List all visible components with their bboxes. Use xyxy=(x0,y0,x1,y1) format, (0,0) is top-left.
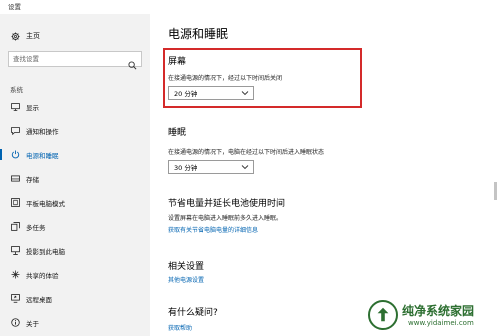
storage-icon xyxy=(10,174,20,184)
sidebar-item-about[interactable]: 关于 xyxy=(0,316,150,329)
sidebar-item-project[interactable]: 投影到此电脑 xyxy=(0,244,150,257)
search-icon[interactable] xyxy=(128,55,137,74)
sidebar-item-label: 多任务 xyxy=(26,223,46,232)
sleep-timeout-dropdown[interactable]: 30 分钟 xyxy=(168,160,254,174)
home-label: 主页 xyxy=(26,32,40,40)
screen-timeout-dropdown[interactable]: 20 分钟 xyxy=(168,86,254,100)
page-title: 电源和睡眠 xyxy=(168,27,229,41)
sidebar-item-tablet-mode[interactable]: 平板电脑模式 xyxy=(0,196,150,209)
sidebar-item-label: 电源和睡眠 xyxy=(26,151,59,160)
watermark-name: 纯净系统家园 xyxy=(402,304,475,318)
project-icon xyxy=(10,246,20,256)
sidebar-item-label: 存储 xyxy=(26,175,39,184)
screen-timeout-value: 20 分钟 xyxy=(174,90,198,98)
sidebar-item-label: 共享的体验 xyxy=(26,271,59,280)
energy-description: 设置屏幕在电脑进入睡眠前多久进入睡眠。 xyxy=(168,215,283,222)
sidebar: 主页 系统 显示 通知和操作 电源和睡眠 存储 平板电脑模式 多任务 投影到此电… xyxy=(0,14,150,336)
get-help-link[interactable]: 获取帮助 xyxy=(168,323,192,332)
sidebar-item-power-sleep[interactable]: 电源和睡眠 xyxy=(0,148,150,161)
watermark-url: www.yidaimei.com xyxy=(408,319,474,327)
watermark-logo-icon xyxy=(368,300,398,330)
sidebar-item-notifications[interactable]: 通知和操作 xyxy=(0,124,150,137)
chevron-down-icon xyxy=(241,164,249,172)
monitor-icon xyxy=(10,102,20,112)
section-label: 系统 xyxy=(10,86,23,94)
info-icon xyxy=(10,318,20,328)
energy-heading: 节省电量并延长电池使用时间 xyxy=(168,199,286,209)
sidebar-item-remote-desktop[interactable]: 远程桌面 xyxy=(0,292,150,305)
gear-icon xyxy=(10,31,20,41)
screen-description: 在接通电源的情况下，经过以下时间后关闭 xyxy=(168,75,283,82)
screen-heading: 屏幕 xyxy=(168,57,187,67)
main-content: 电源和睡眠 屏幕 在接通电源的情况下，经过以下时间后关闭 20 分钟 睡眠 在接… xyxy=(150,14,500,336)
search-input[interactable] xyxy=(9,55,125,63)
other-power-settings-link[interactable]: 其他电源设置 xyxy=(168,275,204,284)
share-icon xyxy=(10,270,20,280)
related-settings-heading: 相关设置 xyxy=(168,262,205,272)
title-bar: 设置 xyxy=(0,0,500,14)
sidebar-item-multitasking[interactable]: 多任务 xyxy=(0,220,150,233)
remote-icon xyxy=(10,294,20,304)
chevron-down-icon xyxy=(241,90,249,98)
power-icon xyxy=(10,150,20,160)
sidebar-item-label: 显示 xyxy=(26,103,39,112)
home-nav[interactable]: 主页 xyxy=(10,30,40,42)
sidebar-item-label: 通知和操作 xyxy=(26,127,59,136)
sidebar-item-storage[interactable]: 存储 xyxy=(0,172,150,185)
multitask-icon xyxy=(10,222,20,232)
sidebar-item-display[interactable]: 显示 xyxy=(0,100,150,113)
sidebar-item-label: 平板电脑模式 xyxy=(26,199,65,208)
sidebar-item-shared-experiences[interactable]: 共享的体验 xyxy=(0,268,150,281)
sleep-timeout-value: 30 分钟 xyxy=(174,164,198,172)
sleep-heading: 睡眠 xyxy=(168,128,187,138)
sidebar-item-label: 投影到此电脑 xyxy=(26,247,65,256)
watermark: 纯净系统家园 www.yidaimei.com xyxy=(368,296,500,336)
scrollbar-thumb[interactable] xyxy=(494,182,497,200)
message-icon xyxy=(10,126,20,136)
sidebar-item-label: 关于 xyxy=(26,319,39,328)
window-title: 设置 xyxy=(8,3,21,11)
search-box[interactable] xyxy=(8,51,142,70)
tablet-icon xyxy=(10,198,20,208)
question-heading: 有什么疑问? xyxy=(168,308,218,318)
sleep-description: 在接通电源的情况下，电脑在经过以下时间后进入睡眠状态 xyxy=(168,149,325,156)
energy-saving-link[interactable]: 获取有关节省电脑电量的详细信息 xyxy=(168,225,258,234)
sidebar-item-label: 远程桌面 xyxy=(26,295,52,304)
